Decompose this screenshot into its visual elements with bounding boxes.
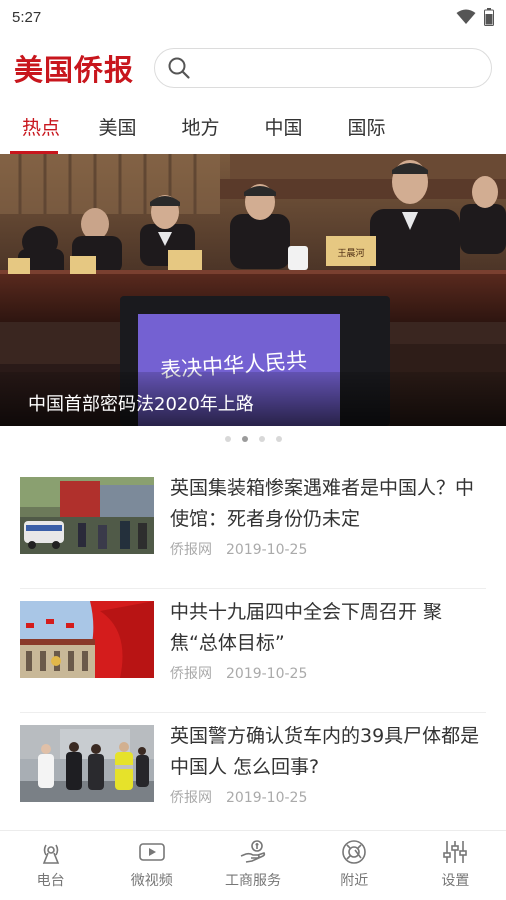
nav-label: 设置 <box>441 873 470 889</box>
bottom-navigation: 电台 微视频 工商服务 附近 设置 <box>0 830 506 900</box>
news-source: 侨报网 <box>170 542 212 558</box>
category-tabs: 热点 美国 地方 中国 国际 <box>0 108 506 154</box>
news-meta: 侨报网 2019-10-25 <box>170 539 307 559</box>
battery-icon <box>484 8 494 26</box>
news-source: 侨报网 <box>170 666 212 682</box>
carousel-dot[interactable] <box>258 436 265 442</box>
business-service-icon <box>240 840 266 863</box>
carousel-dot[interactable] <box>275 436 282 442</box>
app-logo[interactable]: 美国侨报 <box>14 47 134 89</box>
news-item[interactable]: 中共十九届四中全会下周召开 聚焦“总体目标” 侨报网 2019-10-25 <box>20 601 486 713</box>
status-time: 5:27 <box>12 8 42 26</box>
news-title[interactable]: 英国集装箱惨案遇难者是中国人？中使馆：死者身份仍未定 <box>170 473 486 535</box>
settings-sliders-icon <box>443 841 468 863</box>
search-icon[interactable] <box>167 56 191 80</box>
nav-microvideo[interactable]: 微视频 <box>101 831 202 900</box>
status-icons <box>456 8 494 26</box>
news-thumbnail <box>20 601 154 678</box>
tab-china[interactable]: 中国 <box>242 108 325 154</box>
wifi-icon <box>456 9 476 24</box>
news-date: 2019-10-25 <box>226 542 308 558</box>
status-bar: 5:27 <box>0 0 506 34</box>
banner-caption[interactable]: 中国首部密码法2020年上路 <box>28 390 254 416</box>
news-item[interactable]: 英国集装箱惨案遇难者是中国人？中使馆：死者身份仍未定 侨报网 2019-10-25 <box>20 477 486 589</box>
banner-nameplate-text: 王晨河 <box>337 247 364 259</box>
news-source: 侨报网 <box>170 790 212 806</box>
tab-hot[interactable]: 热点 <box>10 108 76 154</box>
news-title[interactable]: 中共十九届四中全会下周召开 聚焦“总体目标” <box>170 597 486 659</box>
news-date: 2019-10-25 <box>226 790 308 806</box>
app-header: 美国侨报 <box>0 38 506 98</box>
nav-nearby[interactable]: 附近 <box>304 831 405 900</box>
news-item[interactable]: 英国警方确认货车内的39具尸体都是中国人 怎么回事? 侨报网 2019-10-25 <box>20 725 486 837</box>
news-meta: 侨报网 2019-10-25 <box>170 787 307 807</box>
carousel-dot-active[interactable] <box>241 436 248 442</box>
carousel-dot[interactable] <box>224 436 231 442</box>
news-thumbnail <box>20 725 154 802</box>
nav-label: 电台 <box>36 873 65 889</box>
search-box[interactable] <box>154 48 492 88</box>
search-input[interactable] <box>199 50 491 86</box>
news-thumbnail <box>20 477 154 554</box>
carousel-indicator <box>0 432 506 446</box>
news-meta: 侨报网 2019-10-25 <box>170 663 307 683</box>
tab-local[interactable]: 地方 <box>159 108 242 154</box>
nav-settings[interactable]: 设置 <box>405 831 506 900</box>
nav-business-service[interactable]: 工商服务 <box>202 831 303 900</box>
tab-usa[interactable]: 美国 <box>76 108 159 154</box>
nav-label: 微视频 <box>130 873 173 889</box>
video-icon <box>138 843 165 861</box>
nav-radio[interactable]: 电台 <box>0 831 101 900</box>
news-title[interactable]: 英国警方确认货车内的39具尸体都是中国人 怎么回事? <box>170 721 486 783</box>
radio-icon <box>42 844 59 864</box>
featured-banner[interactable]: 王晨河 表决中华人民共 中国首部密码法2020年上路 <box>0 154 506 426</box>
nav-label: 工商服务 <box>225 873 281 889</box>
nav-label: 附近 <box>340 873 369 889</box>
news-date: 2019-10-25 <box>226 666 308 682</box>
nearby-icon <box>342 840 367 864</box>
tab-international[interactable]: 国际 <box>325 108 408 154</box>
